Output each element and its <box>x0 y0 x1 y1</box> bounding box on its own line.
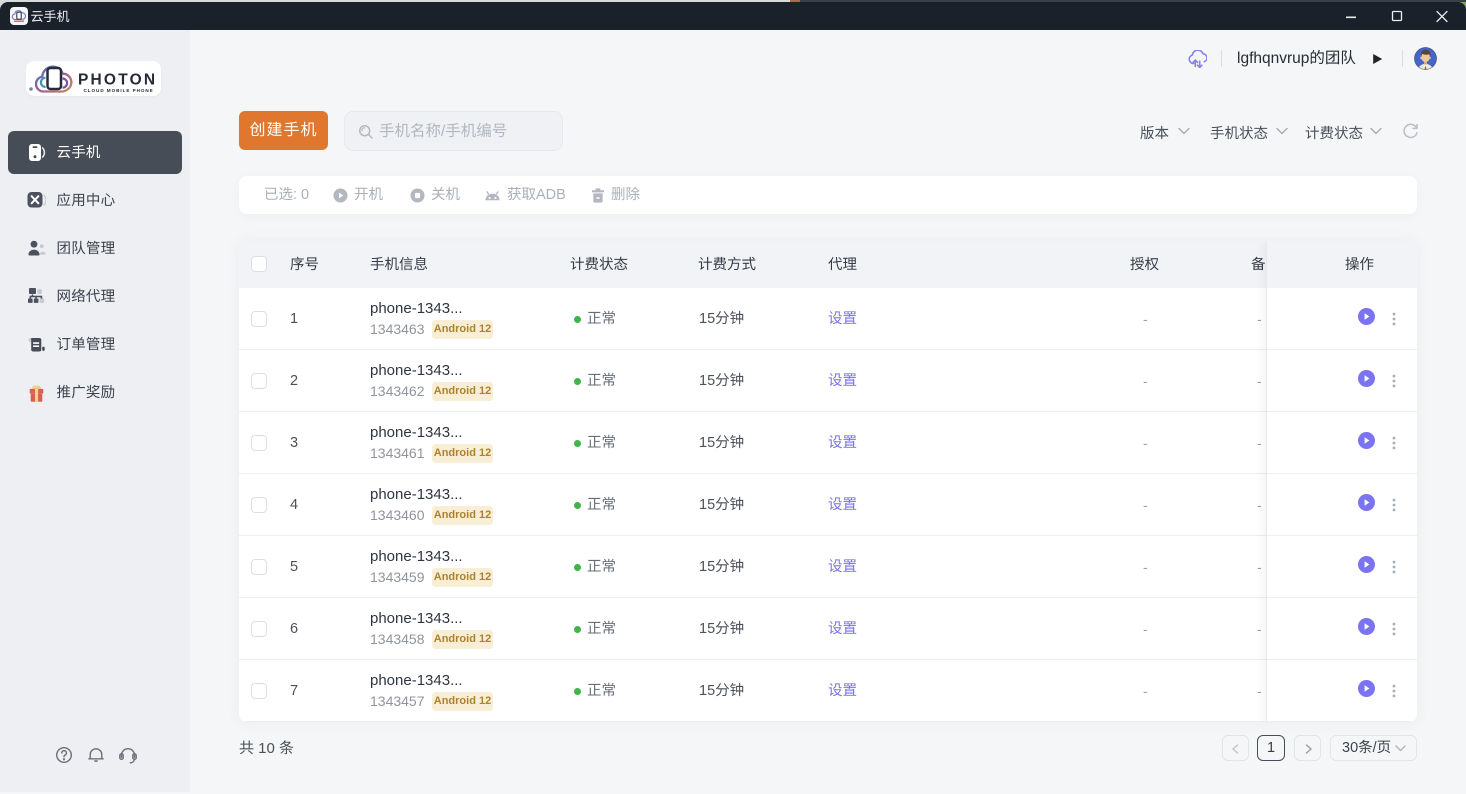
svg-text:CLOUD MOBILE PHONE: CLOUD MOBILE PHONE <box>84 88 154 93</box>
svg-text:PHOTON: PHOTON <box>78 72 157 89</box>
